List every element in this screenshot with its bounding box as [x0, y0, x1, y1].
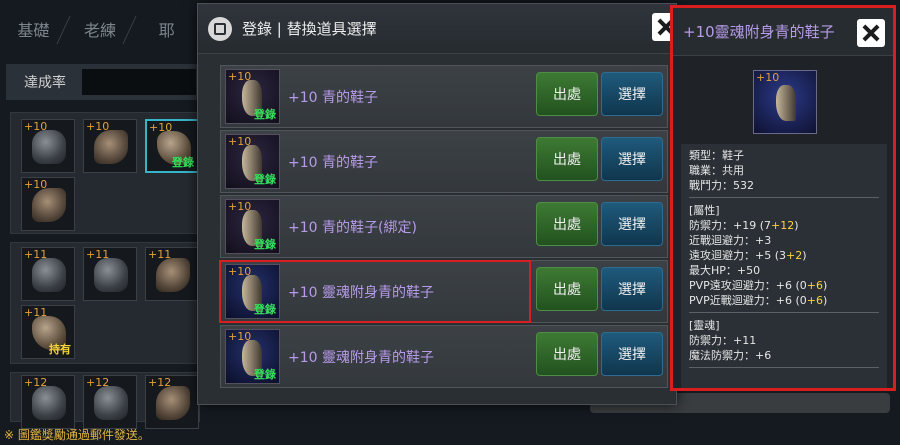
soul-boot-icon: +10 登錄	[225, 329, 280, 384]
collection-group-3: +12 +12 +12	[10, 372, 200, 429]
source-button[interactable]: 出處	[536, 72, 598, 116]
list-item[interactable]: +10 登錄 +10 靈魂附身青的鞋子 出處 選擇	[220, 325, 668, 388]
item-detail-panel: +10靈魂附身青的鞋子 +10 類型：鞋子 職業：共用 戰鬥力：532 [屬性]…	[670, 5, 896, 391]
divider	[689, 367, 879, 368]
registered-tag: 登錄	[254, 173, 276, 186]
collection-slot[interactable]: +10	[21, 119, 75, 173]
attribute-line: PVP遠攻迴避力：+6 (0+6)	[689, 279, 828, 292]
soul-line: 魔法防禦力：+6	[689, 349, 772, 362]
select-button[interactable]: 選擇	[601, 202, 663, 246]
collection-slot[interactable]: +10	[21, 177, 75, 231]
soul-boot-icon: +10	[753, 70, 817, 134]
list-item[interactable]: +10 登錄 +10 青的鞋子(綁定) 出處 選擇	[220, 195, 668, 258]
attribute-line: 遠攻迴避力：+5 (3+2)	[689, 249, 807, 262]
collection-group-2: +11 +11 +11 +11 持有	[10, 242, 200, 364]
collection-slot-selected[interactable]: +10 登錄	[145, 119, 199, 173]
armor-icon	[94, 386, 128, 420]
select-button[interactable]: 選擇	[601, 72, 663, 116]
collection-slot[interactable]: +10	[83, 119, 137, 173]
attribute-line: 防禦力：+19 (7+12)	[689, 219, 799, 232]
achievement-rate-row: 達成率	[6, 64, 200, 100]
close-detail-button[interactable]	[857, 19, 885, 47]
category-tabs: 基礎 老練 耶	[0, 0, 200, 58]
helmet-icon	[32, 386, 66, 420]
achievement-rate-label: 達成率	[24, 75, 66, 91]
dialog-title: 登錄 | 替換道具選擇	[242, 20, 377, 38]
source-button[interactable]: 出處	[536, 332, 598, 376]
source-button[interactable]: 出處	[536, 267, 598, 311]
soul-line: 防禦力：+11	[689, 334, 757, 347]
tab-basic[interactable]: 基礎	[0, 0, 67, 58]
tab-third[interactable]: 耶	[133, 0, 200, 58]
boot-icon: +10 登錄	[225, 134, 280, 189]
glove-icon	[156, 258, 190, 292]
dialog-header: 登錄 | 替換道具選擇	[198, 4, 676, 54]
divider	[689, 312, 879, 313]
collection-slot[interactable]: +12	[83, 375, 137, 429]
attribute-line: 近戰迴避力：+3	[689, 234, 772, 247]
tab-veteran[interactable]: 老練	[67, 0, 134, 58]
list-item[interactable]: +10 登錄 +10 青的鞋子 出處 選擇	[220, 130, 668, 193]
detail-title: +10靈魂附身青的鞋子	[683, 23, 835, 41]
registered-tag: 登錄	[254, 303, 276, 316]
soul-header: [靈魂]	[689, 319, 720, 332]
achievement-rate-bar	[82, 69, 196, 95]
item-type: 類型：鞋子	[689, 149, 744, 162]
source-button[interactable]: 出處	[536, 202, 598, 246]
item-class: 職業：共用	[689, 164, 744, 177]
registered-tag: 登錄	[172, 156, 194, 169]
glove-icon	[94, 130, 128, 164]
collection-slot[interactable]: +12	[21, 375, 75, 429]
book-icon	[208, 16, 232, 41]
belt-icon	[32, 188, 66, 222]
replace-item-dialog: 登錄 | 替換道具選擇 +10 登錄 +10 青的鞋子 出處 選擇 +10 登錄…	[197, 3, 680, 405]
registered-tag: 登錄	[254, 238, 276, 251]
source-button[interactable]: 出處	[536, 137, 598, 181]
item-list: +10 登錄 +10 青的鞋子 出處 選擇 +10 登錄 +10 青的鞋子 出處…	[219, 65, 668, 390]
collection-slot[interactable]: +11	[145, 247, 199, 301]
registered-tag: 登錄	[254, 368, 276, 381]
select-button[interactable]: 選擇	[601, 137, 663, 181]
footer-note: ※ 圖鑑獎勵通過郵件發送。	[4, 428, 150, 442]
attributes-header: [屬性]	[689, 204, 720, 217]
divider	[689, 197, 879, 198]
collection-slot[interactable]: +12	[145, 375, 199, 429]
detail-stats: 類型：鞋子 職業：共用 戰鬥力：532 [屬性] 防禦力：+19 (7+12) …	[681, 144, 887, 388]
boot-icon: +10 登錄	[225, 69, 280, 124]
collection-slot[interactable]: +11 持有	[21, 305, 75, 359]
owned-tag: 持有	[49, 343, 71, 356]
combat-power: 戰鬥力：532	[689, 179, 754, 192]
collection-slot[interactable]: +11	[21, 247, 75, 301]
helmet-icon	[32, 130, 66, 164]
armor-icon	[94, 258, 128, 292]
select-button[interactable]: 選擇	[601, 267, 663, 311]
collection-group-1: +10 +10 +10 登錄 +10	[10, 112, 200, 234]
collection-slot[interactable]: +11	[83, 247, 137, 301]
select-button[interactable]: 選擇	[601, 332, 663, 376]
list-item[interactable]: +10 登錄 +10 青的鞋子 出處 選擇	[220, 65, 668, 128]
soul-boot-icon: +10 登錄	[225, 264, 280, 319]
attribute-line: PVP近戰迴避力：+6 (0+6)	[689, 294, 828, 307]
helmet-icon	[32, 258, 66, 292]
glove-icon	[156, 386, 190, 420]
attribute-line: 最大HP：+50	[689, 264, 761, 277]
registered-tag: 登錄	[254, 108, 276, 121]
list-item-highlighted[interactable]: +10 登錄 +10 靈魂附身青的鞋子 出處 選擇	[219, 260, 668, 323]
boot-icon: +10 登錄	[225, 199, 280, 254]
item-level: +10	[756, 71, 780, 84]
